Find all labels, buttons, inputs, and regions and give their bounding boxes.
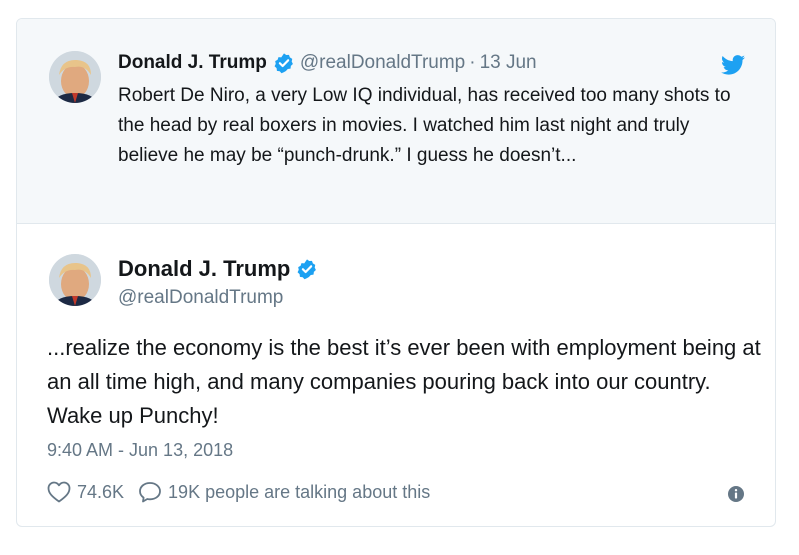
tweet-author: Donald J. Trump [118,256,318,282]
twitter-bird-icon[interactable] [721,55,745,75]
tweet-timestamp[interactable]: 9:40 AM - Jun 13, 2018 [47,440,233,461]
author-name[interactable]: Donald J. Trump [118,52,267,74]
separator: · [469,52,476,73]
tweet-date[interactable]: 13 Jun [480,52,537,74]
avatar[interactable] [49,254,101,306]
author-name[interactable]: Donald J. Trump [118,256,290,282]
quoted-tweet-header: Donald J. Trump @realDonaldTrump · 13 Ju… [118,52,537,74]
verified-badge-icon [297,259,317,280]
quoted-tweet[interactable]: Donald J. Trump @realDonaldTrump · 13 Ju… [17,19,775,224]
verified-badge-icon [274,53,293,74]
tweet-actions: 74.6K 19K people are talking about this [47,481,430,503]
tweet-text: ...realize the economy is the best it’s … [47,335,761,428]
author-handle[interactable]: @realDonaldTrump [118,287,283,309]
avatar[interactable] [49,51,101,103]
info-icon[interactable] [727,485,745,503]
author-handle[interactable]: @realDonaldTrump [300,52,465,74]
conversation-link[interactable]: 19K people are talking about this [168,482,430,503]
heart-icon[interactable] [47,481,71,503]
speech-bubble-icon[interactable] [138,481,162,503]
quoted-tweet-text: Robert De Niro, a very Low IQ individual… [118,85,731,166]
like-count[interactable]: 74.6K [77,482,124,503]
embedded-tweet-card: Donald J. Trump @realDonaldTrump · 13 Ju… [16,18,776,527]
